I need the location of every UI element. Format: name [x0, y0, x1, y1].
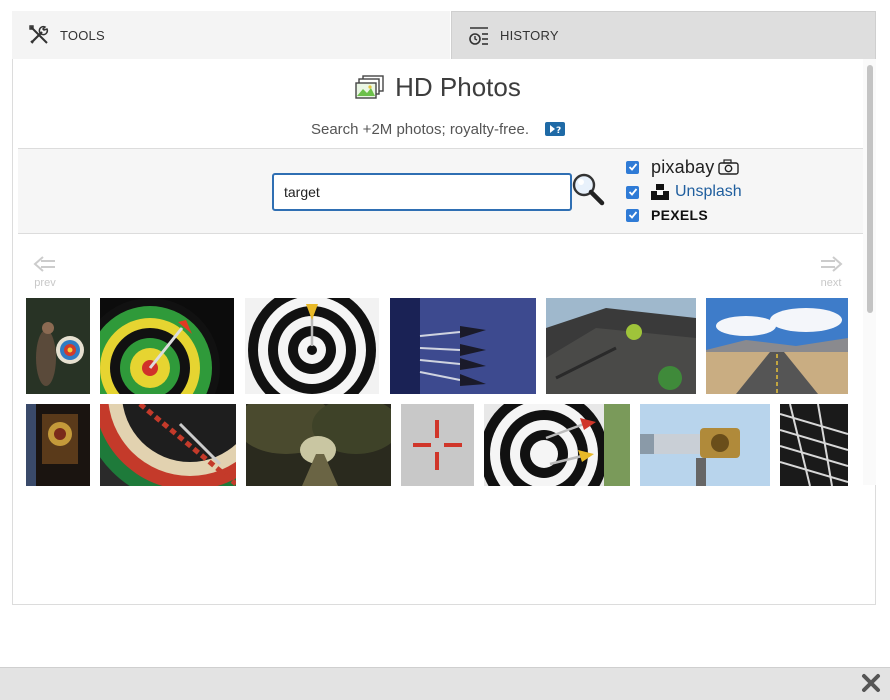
unsplash-link[interactable]: Unsplash [675, 183, 742, 201]
close-icon[interactable] [860, 672, 882, 694]
prev-label: prev [34, 277, 56, 289]
page-header: HD Photos [13, 67, 863, 107]
tab-bar: TOOLS HISTORY [12, 11, 876, 59]
photo-thumbnail[interactable] [26, 404, 90, 486]
tab-tools[interactable]: TOOLS [12, 11, 450, 59]
footer-bar [0, 667, 890, 700]
tools-icon [28, 24, 50, 46]
video-help-icon[interactable]: ? [545, 122, 566, 136]
page-subtitle: Search +2M photos; royalty-free. [310, 120, 530, 138]
photo-thumbnail[interactable] [245, 298, 379, 394]
photo-thumbnail[interactable] [26, 298, 90, 394]
page-title: HD Photos [395, 71, 521, 102]
photo-thumbnail[interactable] [100, 298, 234, 394]
unsplash-logo-icon [651, 184, 669, 200]
subtitle-row: Search +2M photos; royalty-free. ? [13, 119, 863, 139]
vertical-scrollbar[interactable] [863, 59, 876, 485]
source-pexels[interactable]: PEXELS [626, 205, 708, 225]
tools-panel: HD Photos Search +2M photos; royalty-fre… [12, 59, 876, 605]
arrow-left-icon [31, 255, 59, 277]
tab-history-label: HISTORY [500, 28, 559, 43]
photo-thumbnail[interactable] [390, 298, 536, 394]
scrollbar-thumb[interactable] [867, 65, 873, 313]
search-icon[interactable] [571, 172, 607, 208]
arrow-right-icon [816, 255, 846, 277]
camera-icon [718, 159, 740, 175]
photo-thumbnail[interactable] [401, 404, 474, 486]
photo-thumbnail[interactable] [546, 298, 696, 394]
prev-button[interactable]: prev [31, 255, 59, 289]
photo-thumbnail[interactable] [100, 404, 236, 486]
photo-thumbnail[interactable] [484, 404, 630, 486]
pexels-checkbox[interactable] [626, 208, 639, 222]
pixabay-checkbox[interactable] [626, 160, 639, 174]
photos-icon [355, 74, 385, 100]
tab-tools-label: TOOLS [60, 27, 105, 43]
pixabay-label: pixabay [651, 156, 715, 177]
unsplash-checkbox[interactable] [626, 185, 639, 199]
next-label: next [820, 277, 842, 289]
photo-thumbnail[interactable] [706, 298, 848, 394]
search-bar: pixabay [18, 148, 863, 234]
tab-history[interactable]: HISTORY [451, 11, 876, 59]
search-input[interactable] [272, 173, 572, 211]
pexels-label: PEXELS [651, 207, 709, 223]
photo-thumbnail[interactable] [640, 404, 770, 486]
source-unsplash[interactable]: Unsplash [626, 182, 742, 202]
history-icon [468, 25, 490, 47]
photo-thumbnail[interactable] [780, 404, 848, 486]
source-pixabay[interactable]: pixabay [626, 157, 740, 177]
svg-text:?: ? [556, 126, 561, 134]
photo-grid [13, 296, 863, 486]
photo-thumbnail[interactable] [246, 404, 391, 486]
next-button[interactable]: next [816, 255, 846, 289]
